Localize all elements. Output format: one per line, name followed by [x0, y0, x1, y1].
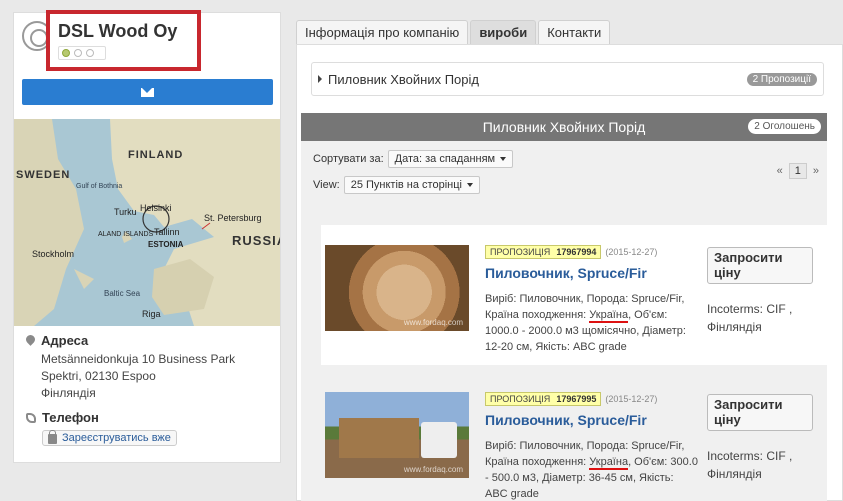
map-label-aland: ALAND ISLANDS — [98, 231, 154, 238]
rating-stars — [58, 46, 106, 60]
offer-thumbnail[interactable]: www.fordaq.com — [325, 392, 469, 478]
offer-description: Виріб: Пиловочник, Порода: Spruce/Fir, К… — [485, 291, 699, 355]
offer-date: (2015-12-27) — [605, 247, 658, 257]
category-count-badge: 2 Пропозиції — [746, 72, 817, 86]
map-label-russia: RUSSIA — [232, 233, 280, 248]
offer-id: 17967994 — [556, 247, 597, 257]
desc-country: Україна — [589, 456, 629, 470]
phone-icon — [26, 413, 36, 423]
phone-block: Телефон Зареєструватись вже — [26, 410, 276, 447]
view-row: View: 25 Пунктів на сторінці — [313, 175, 815, 195]
chevron-down-icon — [500, 157, 507, 161]
map-label-estonia: ESTONIA — [148, 240, 184, 249]
rating-dot-icon — [86, 49, 94, 57]
company-name: DSL Wood Oy — [58, 21, 178, 41]
map-label-baltic: Baltic Sea — [104, 289, 141, 298]
section-count-badge: 2 Оголошень — [748, 119, 821, 134]
address-block: Адреса Metsänneidonkuja 10 Business Park… — [26, 333, 276, 402]
offer-title-link[interactable]: Пиловочник, Spruce/Fir — [485, 412, 647, 428]
address-line-3: Фінляндія — [41, 386, 96, 400]
tab-company-info[interactable]: Інформація про компанію — [296, 20, 469, 44]
map-label-sweden: SWEDEN — [16, 169, 71, 181]
pagination: « 1 » — [777, 163, 819, 179]
pager-current[interactable]: 1 — [788, 163, 807, 179]
map-label-turku: Turku — [114, 207, 137, 217]
envelope-icon — [141, 87, 154, 97]
rating-dot-icon — [62, 49, 70, 57]
offer-id: 17967995 — [556, 394, 597, 404]
tab-products[interactable]: вироби — [470, 20, 537, 44]
register-label: Зареєструватись вже — [62, 432, 171, 444]
company-card: DSL Wood Oy FINLAND SWEDEN RUSSIA ESTONI… — [13, 10, 281, 463]
address-line-2: Spektri, 02130 Espoo — [41, 369, 156, 383]
offer-tag-label: ПРОПОЗИЦІЯ — [490, 247, 551, 257]
pager-prev[interactable]: « — [777, 165, 783, 177]
desc-country: Україна — [589, 309, 629, 323]
request-price-button[interactable]: Запросити ціну — [707, 394, 813, 431]
truck-load-shape — [339, 418, 419, 458]
location-map[interactable]: FINLAND SWEDEN RUSSIA ESTONIA ALAND ISLA… — [14, 119, 280, 326]
category-toggle[interactable]: Пиловник Хвойних Порід 2 Пропозиції — [311, 62, 824, 96]
offer-tag: ПРОПОЗИЦІЯ 17967994 — [485, 245, 602, 259]
map-label-stockholm: Stockholm — [32, 249, 75, 259]
company-title-box: DSL Wood Oy — [46, 10, 201, 71]
watermark-text: www.fordaq.com — [403, 318, 463, 327]
offer-meta: ПРОПОЗИЦІЯ 17967994 (2015-12-27) — [485, 245, 657, 259]
offer-tag-label: ПРОПОЗИЦІЯ — [490, 394, 551, 404]
products-panel: Пиловник Хвойних Порід 2 Пропозиції Пило… — [296, 44, 843, 501]
sort-value: Дата: за спаданням — [394, 153, 496, 165]
section-title: Пиловник Хвойних Порід — [482, 119, 646, 135]
register-button[interactable]: Зареєструватись вже — [42, 430, 177, 446]
offer-thumbnail[interactable]: www.fordaq.com — [325, 245, 469, 331]
offers-section: Пиловник Хвойних Порід 2 Оголошень Сорту… — [301, 113, 827, 501]
sort-select[interactable]: Дата: за спаданням — [387, 150, 514, 168]
location-pin-icon — [26, 335, 35, 347]
offer-meta: ПРОПОЗИЦІЯ 17967995 (2015-12-27) — [485, 392, 657, 406]
send-message-button[interactable] — [22, 79, 273, 105]
incoterms-text: Incoterms: CIF , Фінляндія — [707, 302, 793, 334]
chevron-down-icon — [466, 183, 473, 187]
list-controls: Сортувати за: Дата: за спаданням View: 2… — [301, 141, 827, 195]
map-label-riga: Riga — [142, 309, 161, 319]
offer-item: www.fordaq.com ПРОПОЗИЦІЯ 17967995 (2015-… — [321, 372, 827, 501]
offer-description: Виріб: Пиловочник, Порода: Spruce/Fir, К… — [485, 438, 699, 501]
page-size-select[interactable]: 25 Пунктів на сторінці — [343, 176, 480, 194]
offer-date: (2015-12-27) — [605, 394, 658, 404]
tab-bar: Інформація про компанію вироби Контакти — [296, 20, 843, 44]
caret-right-icon — [318, 75, 322, 83]
rating-dot-icon — [74, 49, 82, 57]
content-area: Інформація про компанію вироби Контакти … — [296, 20, 843, 501]
lock-icon — [48, 430, 57, 444]
sort-label: Сортувати за: — [313, 153, 384, 165]
offer-tag: ПРОПОЗИЦІЯ 17967995 — [485, 392, 602, 406]
request-price-button[interactable]: Запросити ціну — [707, 247, 813, 284]
address-label: Адреса — [41, 333, 89, 348]
map-label-tallinn: Tallinn — [154, 227, 180, 237]
tab-contacts[interactable]: Контакти — [538, 20, 611, 44]
contact-info: Адреса Metsänneidonkuja 10 Business Park… — [26, 333, 276, 455]
watermark-text: www.fordaq.com — [403, 465, 463, 474]
phone-label: Телефон — [42, 410, 99, 425]
truck-cab-shape — [421, 422, 457, 458]
pager-next[interactable]: » — [813, 165, 819, 177]
offer-title-link[interactable]: Пиловочник, Spruce/Fir — [485, 265, 647, 281]
map-label-finland: FINLAND — [128, 149, 184, 161]
sort-row: Сортувати за: Дата: за спаданням — [313, 149, 815, 169]
map-label-stpetersburg: St. Petersburg — [204, 213, 262, 223]
address-line-1: Metsänneidonkuja 10 Business Park — [41, 352, 236, 366]
map-label-gulf: Gulf of Bothnia — [76, 183, 123, 190]
map-label-helsinki: Helsinki — [140, 203, 172, 213]
section-header: Пиловник Хвойних Порід 2 Оголошень — [301, 113, 827, 141]
view-label: View: — [313, 179, 340, 191]
category-title: Пиловник Хвойних Порід — [328, 71, 479, 87]
incoterms-text: Incoterms: CIF , Фінляндія — [707, 449, 793, 481]
offer-item: www.fordaq.com ПРОПОЗИЦІЯ 17967994 (2015-… — [321, 225, 827, 365]
page-size-value: 25 Пунктів на сторінці — [350, 179, 462, 191]
